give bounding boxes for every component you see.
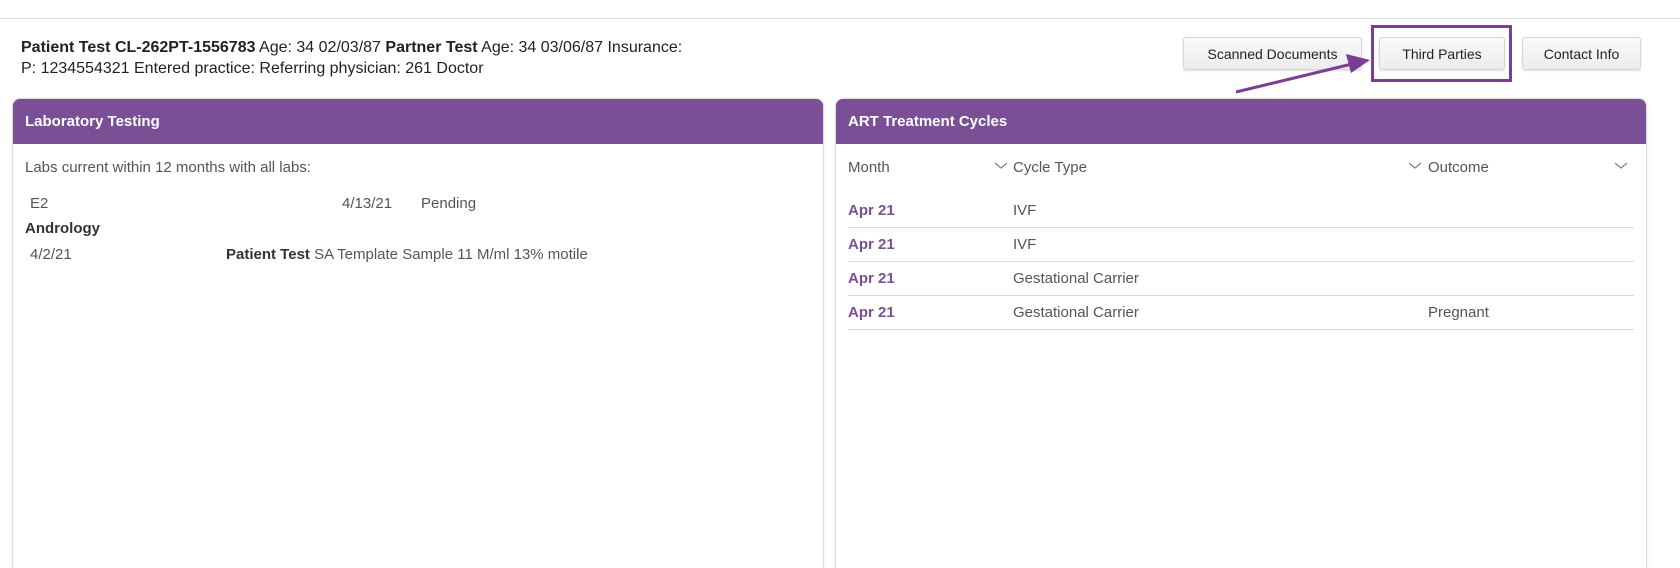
andrology-person: Patient Test [226, 246, 310, 263]
cycle-outcome: Pregnant [1428, 304, 1489, 321]
laboratory-testing-title: Laboratory Testing [13, 99, 823, 144]
column-header-outcome[interactable]: Outcome [1428, 159, 1489, 176]
cycle-month: Apr 21 [848, 202, 895, 219]
column-header-cycle-type[interactable]: Cycle Type [1013, 159, 1087, 176]
andrology-heading: Andrology [25, 220, 100, 237]
partner-age: Age: 34 [481, 39, 537, 56]
art-treatment-cycles-title: ART Treatment Cycles [836, 99, 1646, 144]
column-header-month[interactable]: Month [848, 159, 890, 176]
partner-dob: 03/06/87 [540, 39, 604, 56]
table-row[interactable]: Apr 21 Gestational Carrier Pregnant [848, 296, 1634, 330]
scanned-documents-button[interactable]: Scanned Documents [1183, 37, 1362, 70]
andrology-date: 4/2/21 [30, 246, 72, 263]
entered-practice: Entered practice: [134, 60, 255, 77]
cycle-month: Apr 21 [848, 236, 895, 253]
cycle-month: Apr 21 [848, 304, 895, 321]
phone: P: 1234554321 [21, 60, 130, 77]
cycle-type: IVF [1013, 236, 1037, 253]
lab-date-e2: 4/13/21 [342, 195, 393, 212]
cycle-type: IVF [1013, 202, 1037, 219]
patient-name: Patient Test [21, 39, 111, 56]
annotation-highlight-box [1371, 25, 1512, 82]
patient-info-bar: Patient Test CL-262PT-1556783 Age: 34 02… [21, 37, 781, 79]
insurance-label: Insurance: [607, 39, 683, 56]
top-divider [0, 18, 1680, 19]
art-treatment-cycles-panel: ART Treatment Cycles Month Cycle Type Ou… [835, 98, 1647, 568]
chevron-down-icon[interactable] [1407, 157, 1423, 173]
andrology-result: Patient Test SA Template Sample 11 M/ml … [226, 246, 588, 263]
labs-summary: Labs current within 12 months with all l… [25, 159, 311, 176]
lab-status-e2: Pending [421, 195, 477, 212]
table-row[interactable]: Apr 21 IVF [848, 228, 1634, 262]
cycle-month: Apr 21 [848, 270, 895, 287]
contact-info-button[interactable]: Contact Info [1522, 37, 1641, 70]
table-row[interactable]: Apr 21 IVF [848, 194, 1634, 228]
table-row[interactable]: Apr 21 Gestational Carrier [848, 262, 1634, 296]
patient-dob: 02/03/87 [318, 39, 381, 56]
lab-name-e2: E2 [30, 195, 49, 212]
chevron-down-icon[interactable] [1613, 157, 1629, 173]
cycle-type: Gestational Carrier [1013, 270, 1139, 287]
andrology-detail: SA Template Sample 11 M/ml 13% motile [314, 246, 588, 263]
laboratory-testing-panel: Laboratory Testing Labs current within 1… [12, 98, 824, 568]
patient-age: Age: 34 [259, 39, 315, 56]
cycle-type: Gestational Carrier [1013, 304, 1139, 321]
patient-id: CL-262PT-1556783 [114, 39, 256, 56]
referring-physician: Referring physician: 261 Doctor [259, 60, 484, 77]
chevron-down-icon[interactable] [993, 157, 1009, 173]
partner-name: Partner Test [385, 39, 478, 56]
